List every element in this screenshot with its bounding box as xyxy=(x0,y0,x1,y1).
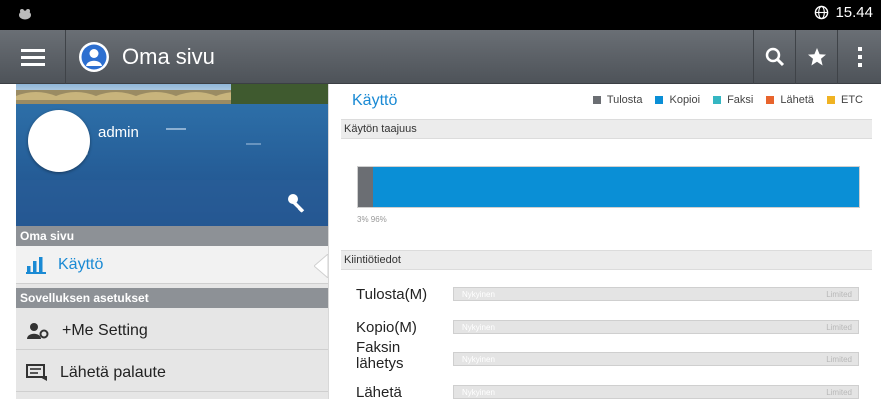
bar-segment-copy xyxy=(373,167,859,207)
profile-avatar-icon[interactable] xyxy=(78,41,110,73)
bar-percent-labels: 3% 96% xyxy=(357,215,387,224)
page-title: Oma sivu xyxy=(122,44,215,69)
more-vert-icon xyxy=(857,47,862,67)
quota-label: Faksin lähetys xyxy=(356,340,404,372)
sidebar-item-usage[interactable]: Käyttö xyxy=(16,246,328,284)
quota-limit: Limited xyxy=(826,290,852,299)
sidebar-item-me-setting[interactable]: +Me Setting xyxy=(16,312,328,350)
legend-swatch xyxy=(655,96,664,104)
legend-label: Lähetä xyxy=(780,94,814,106)
legend-swatch xyxy=(827,96,835,104)
quota-limit: Limited xyxy=(826,355,852,364)
hamburger-icon xyxy=(20,49,45,66)
search-icon xyxy=(765,47,784,67)
quota-current: Nykyinen xyxy=(462,323,495,332)
usage-frequency-bar xyxy=(357,166,860,208)
quota-label: Tulosta(M) xyxy=(356,286,428,303)
status-time: 15.44 xyxy=(835,4,873,21)
legend-swatch xyxy=(766,96,775,104)
quota-bar: Nykyinen Limited xyxy=(453,320,859,334)
globe-icon xyxy=(815,5,829,20)
sidebar-item-label: Käyttö xyxy=(58,255,104,273)
usage-title: Käyttö xyxy=(352,92,398,109)
overflow-menu-button[interactable] xyxy=(837,30,881,84)
quota-header: Kiintiötiedot xyxy=(341,250,872,270)
quota-row-fax-send: Faksin lähetys Nykyinen Limited xyxy=(329,337,881,377)
sidebar: admin Oma sivu Käyttö Sovelluksen asetuk… xyxy=(16,84,328,399)
sidebar-item-feedback[interactable]: Lähetä palaute xyxy=(16,354,328,392)
user-avatar[interactable] xyxy=(28,110,90,172)
profile-banner: admin xyxy=(16,84,328,226)
legend-item-fax: Faksi xyxy=(713,94,753,106)
legend-label: Faksi xyxy=(727,94,754,106)
section-header-app-settings: Sovelluksen asetukset xyxy=(16,288,328,308)
favorite-button[interactable] xyxy=(795,30,837,84)
legend-label: ETC xyxy=(841,94,863,106)
legend-item-copy: Kopioi xyxy=(655,94,700,106)
legend-item-print: Tulosta xyxy=(592,94,643,106)
quota-label: Kopio(M) xyxy=(356,319,417,336)
quota-limit: Limited xyxy=(826,323,852,332)
quota-bar: Nykyinen Limited xyxy=(453,287,859,301)
quota-bar: Nykyinen Limited xyxy=(453,352,859,366)
search-button[interactable] xyxy=(753,30,795,84)
quota-current: Nykyinen xyxy=(462,355,495,364)
menu-button[interactable] xyxy=(0,30,66,84)
user-name: admin xyxy=(98,124,139,141)
action-bar: Oma sivu xyxy=(0,30,881,84)
app-root: 15.44 Oma sivu admin Oma sivu Käyttö Sov… xyxy=(0,0,881,399)
status-right: 15.44 xyxy=(814,4,873,21)
quota-bar: Nykyinen Limited xyxy=(453,385,859,399)
frequency-header: Käytön taajuus xyxy=(341,119,872,139)
legend-item-send: Lähetä xyxy=(766,94,814,106)
legend-swatch xyxy=(592,96,601,104)
sidebar-item-label: +Me Setting xyxy=(62,321,148,339)
quota-limit: Limited xyxy=(826,388,852,397)
user-settings-icon xyxy=(27,322,49,339)
quota-label: Lähetä xyxy=(356,384,402,399)
status-bar: 15.44 xyxy=(0,0,881,30)
quota-row-print: Tulosta(M) Nykyinen Limited xyxy=(329,284,881,314)
star-icon xyxy=(807,48,826,66)
quota-row-send: Lähetä Nykyinen Limited xyxy=(329,381,881,399)
legend-item-etc: ETC xyxy=(827,94,863,106)
bar-segment-print xyxy=(358,167,374,207)
feedback-icon xyxy=(26,363,47,381)
legend-swatch xyxy=(713,96,722,104)
selection-pointer xyxy=(314,254,328,278)
legend-label: Kopioi xyxy=(669,94,701,106)
quota-current: Nykyinen xyxy=(462,290,495,299)
section-header-my-page: Oma sivu xyxy=(16,226,328,246)
chart-legend: Tulosta Kopioi Faksi Lähetä ETC xyxy=(592,94,863,106)
quota-current: Nykyinen xyxy=(462,388,495,397)
bar-chart-icon xyxy=(26,256,46,274)
legend-label: Tulosta xyxy=(606,94,643,106)
cat-notification-icon xyxy=(19,9,31,20)
sidebar-item-label: Lähetä palaute xyxy=(60,363,166,381)
key-icon[interactable] xyxy=(286,192,308,214)
usage-panel: Käyttö Tulosta Kopioi Faksi Lähetä ETC K… xyxy=(328,84,881,399)
